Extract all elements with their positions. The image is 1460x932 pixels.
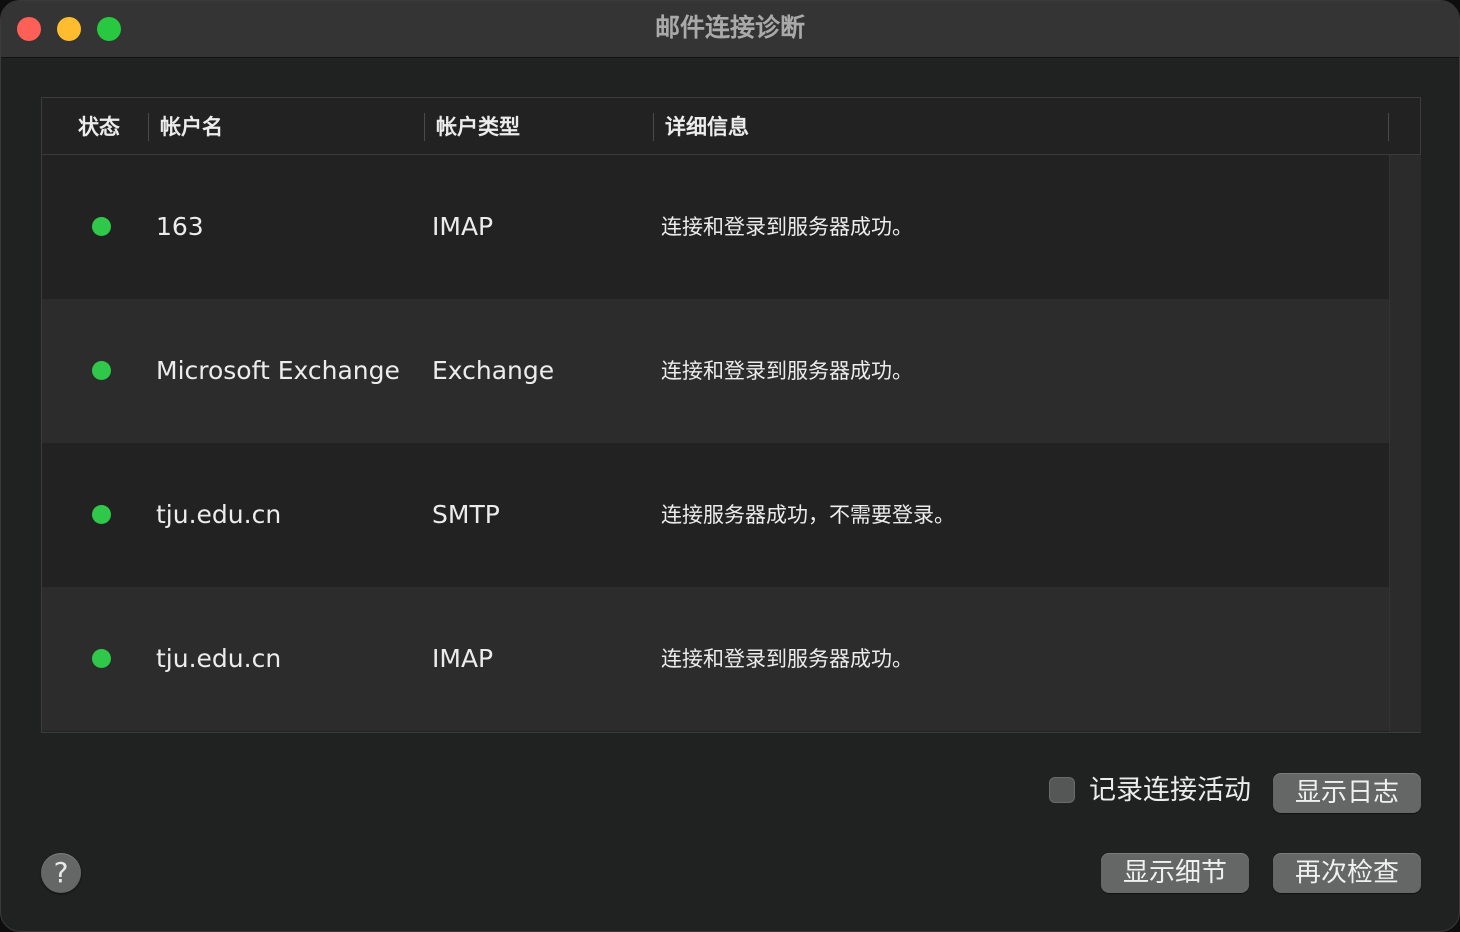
log-connection-activity-label[interactable]: 记录连接活动 [1089,771,1251,811]
column-divider[interactable] [148,113,149,141]
details-cell: 连接服务器成功，不需要登录。 [661,503,955,527]
column-header-details[interactable]: 详细信息 [665,98,749,154]
status-connected-icon [92,361,111,380]
table-row[interactable]: tju.edu.cn IMAP 连接和登录到服务器成功。 [42,587,1389,731]
details-cell: 连接和登录到服务器成功。 [661,359,913,383]
account-name-cell: 163 [156,212,204,241]
details-cell: 连接和登录到服务器成功。 [661,647,913,671]
table-body: 163 IMAP 连接和登录到服务器成功。 Microsoft Exchange… [42,155,1389,731]
status-connected-icon [92,505,111,524]
table-header: 状态 帐户名 帐户类型 详细信息 [42,98,1420,155]
log-connection-activity-checkbox[interactable] [1049,777,1075,803]
account-name-cell: tju.edu.cn [156,644,282,673]
help-button[interactable]: ? [41,853,81,893]
table-row[interactable]: 163 IMAP 连接和登录到服务器成功。 [42,155,1389,299]
account-name-cell: tju.edu.cn [156,500,282,529]
show-details-button[interactable]: 显示细节 [1101,853,1249,893]
column-divider[interactable] [1388,113,1389,141]
window-title: 邮件连接诊断 [654,13,805,42]
account-type-cell: IMAP [432,212,494,241]
vertical-scrollbar[interactable] [1389,155,1421,732]
details-cell: 连接和登录到服务器成功。 [661,215,913,239]
account-name-cell: Microsoft Exchange [156,356,400,385]
column-divider[interactable] [424,113,425,141]
column-header-account-name[interactable]: 帐户名 [160,98,223,154]
account-type-cell: IMAP [432,644,494,673]
status-connected-icon [92,217,111,236]
status-connected-icon [92,649,111,668]
column-header-account-type[interactable]: 帐户类型 [436,98,520,154]
table-row[interactable]: Microsoft Exchange Exchange 连接和登录到服务器成功。 [42,299,1389,443]
column-header-status[interactable]: 状态 [78,98,120,154]
accounts-table: 状态 帐户名 帐户类型 详细信息 163 IMAP 连接和登录到服务器成功。 M… [41,97,1421,733]
account-type-cell: SMTP [432,500,500,529]
table-row[interactable]: tju.edu.cn SMTP 连接服务器成功，不需要登录。 [42,443,1389,587]
check-again-button[interactable]: 再次检查 [1273,853,1421,893]
show-log-button[interactable]: 显示日志 [1273,773,1421,813]
mail-connection-doctor-window: 邮件连接诊断 状态 帐户名 帐户类型 详细信息 163 IMAP 连接和登录到服… [0,0,1460,932]
account-type-cell: Exchange [432,356,555,385]
column-divider[interactable] [653,113,654,141]
title-bar: 邮件连接诊断 [1,1,1459,58]
